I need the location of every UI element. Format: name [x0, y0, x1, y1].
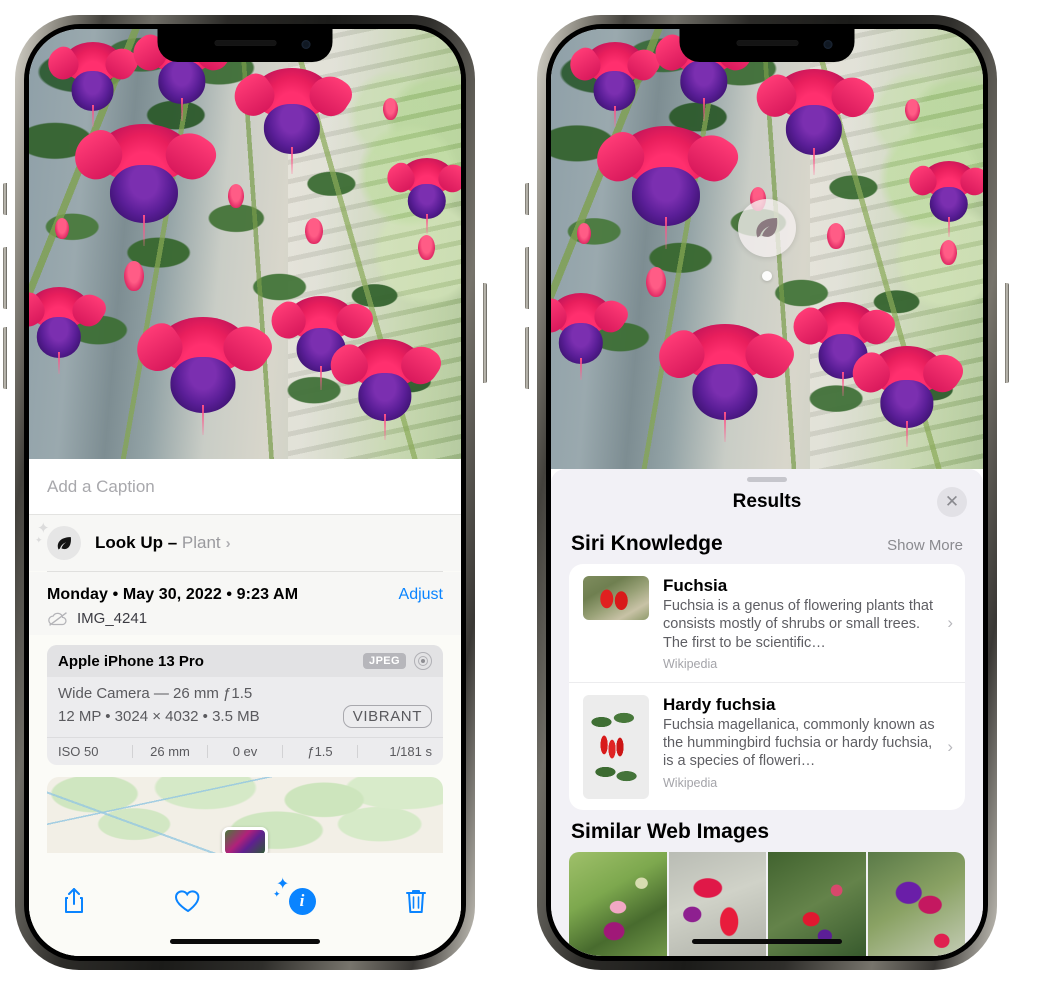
volume-up-button[interactable]: [3, 247, 7, 309]
photo-image: [29, 29, 461, 459]
leaf-icon: ✦ ✦: [35, 521, 81, 560]
list-item[interactable]: Fuchsia Fuchsia is a genus of flowering …: [569, 564, 965, 682]
results-header: Results ✕: [551, 482, 983, 522]
result-title: Fuchsia: [663, 576, 728, 595]
format-badge: JPEG: [363, 653, 406, 669]
web-thumbnail[interactable]: [569, 851, 667, 956]
look-up-label: Look Up – Plant ›: [95, 533, 231, 552]
stat-aperture: ƒ1.5: [307, 744, 333, 759]
result-source: Wikipedia: [663, 775, 718, 790]
volume-up-button[interactable]: [525, 247, 529, 309]
exif-body: Wide Camera — 26 mm ƒ1.5 12 MP • 3024 × …: [47, 677, 443, 737]
power-button[interactable]: [483, 283, 487, 383]
chevron-right-icon: ›: [947, 736, 953, 756]
stat-shutter: 1/181 s: [389, 744, 432, 759]
volume-down-button[interactable]: [525, 327, 529, 389]
look-up-bubble[interactable]: [738, 199, 796, 281]
screen-right: Results ✕ Siri Knowledge Show More Fuchs…: [551, 29, 983, 956]
photo-filename: IMG_4241: [77, 610, 148, 627]
power-button[interactable]: [1005, 283, 1009, 383]
photo-viewer[interactable]: [29, 29, 461, 459]
chevron-right-icon: ›: [225, 535, 231, 552]
image-specs: 12 MP • 3024 × 4032 • 3.5 MB: [58, 708, 260, 725]
siri-knowledge-cards: Fuchsia Fuchsia is a genus of flowering …: [569, 564, 965, 810]
earpiece-speaker: [736, 40, 798, 46]
aperture-icon: [414, 652, 432, 670]
phone-bezel: Add a Caption ✦ ✦ Look Up – Plant › Mond…: [24, 24, 466, 961]
cloud-slash-icon: [48, 611, 67, 626]
sparkle-icon: ✦: [37, 520, 50, 537]
leaf-icon: [738, 199, 796, 257]
home-indicator[interactable]: [170, 939, 320, 944]
stat-focal: 26 mm: [150, 744, 190, 759]
similar-web-images-header: Similar Web Images: [551, 810, 983, 852]
result-description: Fuchsia is a genus of flowering plants t…: [663, 598, 934, 651]
info-glyph: i: [288, 887, 316, 915]
exif-stats: ISO 50 26 mm 0 ev ƒ1.5 1/181 s: [47, 737, 443, 765]
notch: [157, 29, 333, 62]
mute-switch[interactable]: [3, 183, 7, 215]
notch: [679, 29, 855, 62]
share-icon[interactable]: [57, 884, 91, 918]
result-source: Wikipedia: [663, 656, 718, 671]
photo-metadata: Monday • May 30, 2022 • 9:23 AM Adjust I…: [29, 572, 461, 635]
lens-info: Wide Camera — 26 mm ƒ1.5: [58, 685, 253, 702]
list-item[interactable]: Hardy fuchsia Fuchsia magellanica, commo…: [569, 681, 965, 810]
look-up-subject: Plant: [181, 533, 221, 552]
phone-left: Add a Caption ✦ ✦ Look Up – Plant › Mond…: [3, 15, 487, 970]
results-sheet: Results ✕ Siri Knowledge Show More Fuchs…: [551, 469, 983, 956]
caption-placeholder: Add a Caption: [47, 476, 155, 496]
result-description: Fuchsia magellanica, commonly known as t…: [663, 716, 935, 770]
page-title: Results: [732, 491, 802, 512]
section-title-siri: Siri Knowledge: [571, 532, 723, 555]
mute-switch[interactable]: [525, 183, 529, 215]
exif-card[interactable]: Apple iPhone 13 Pro JPEG Wide Camera — 2…: [47, 645, 443, 765]
phone-bezel: Results ✕ Siri Knowledge Show More Fuchs…: [546, 24, 988, 961]
screen-left: Add a Caption ✦ ✦ Look Up – Plant › Mond…: [29, 29, 461, 956]
section-title-web: Similar Web Images: [571, 819, 770, 843]
front-camera-icon: [823, 40, 833, 49]
stat-iso: ISO 50: [58, 744, 99, 759]
sparkle-small-icon: ✦: [35, 535, 43, 545]
camera-device: Apple iPhone 13 Pro: [58, 652, 204, 670]
earpiece-speaker: [214, 40, 276, 46]
look-up-row[interactable]: ✦ ✦ Look Up – Plant ›: [29, 515, 461, 571]
photo-info-sheet: Add a Caption ✦ ✦ Look Up – Plant › Mond…: [29, 459, 461, 956]
phone-right: Results ✕ Siri Knowledge Show More Fuchs…: [525, 15, 1009, 970]
location-map[interactable]: [47, 777, 443, 853]
exif-header: Apple iPhone 13 Pro JPEG: [47, 645, 443, 677]
caption-field[interactable]: Add a Caption: [29, 459, 461, 515]
info-sparkles-icon[interactable]: ✦ ✦ i: [273, 877, 319, 918]
web-thumbnail[interactable]: [867, 851, 965, 956]
map-photo-pin[interactable]: [222, 827, 268, 853]
sparkle-small-icon: ✦: [273, 889, 281, 899]
adjust-button[interactable]: Adjust: [399, 586, 443, 604]
home-indicator[interactable]: [692, 939, 842, 944]
look-up-anchor-dot: [762, 271, 772, 281]
heart-icon[interactable]: [171, 884, 205, 918]
siri-knowledge-header: Siri Knowledge Show More: [551, 522, 983, 564]
close-icon[interactable]: ✕: [937, 487, 967, 517]
front-camera-icon: [301, 40, 311, 49]
result-thumbnail: [583, 694, 649, 799]
result-thumbnail: [583, 576, 649, 620]
photo-date: Monday • May 30, 2022 • 9:23 AM: [47, 586, 299, 603]
stat-ev: 0 ev: [232, 744, 258, 759]
trash-icon[interactable]: [399, 884, 433, 918]
result-title: Hardy fuchsia: [663, 694, 776, 714]
chevron-right-icon: ›: [947, 613, 953, 633]
volume-down-button[interactable]: [3, 327, 7, 389]
style-badge: VIBRANT: [342, 705, 432, 728]
show-more-button[interactable]: Show More: [887, 537, 963, 554]
